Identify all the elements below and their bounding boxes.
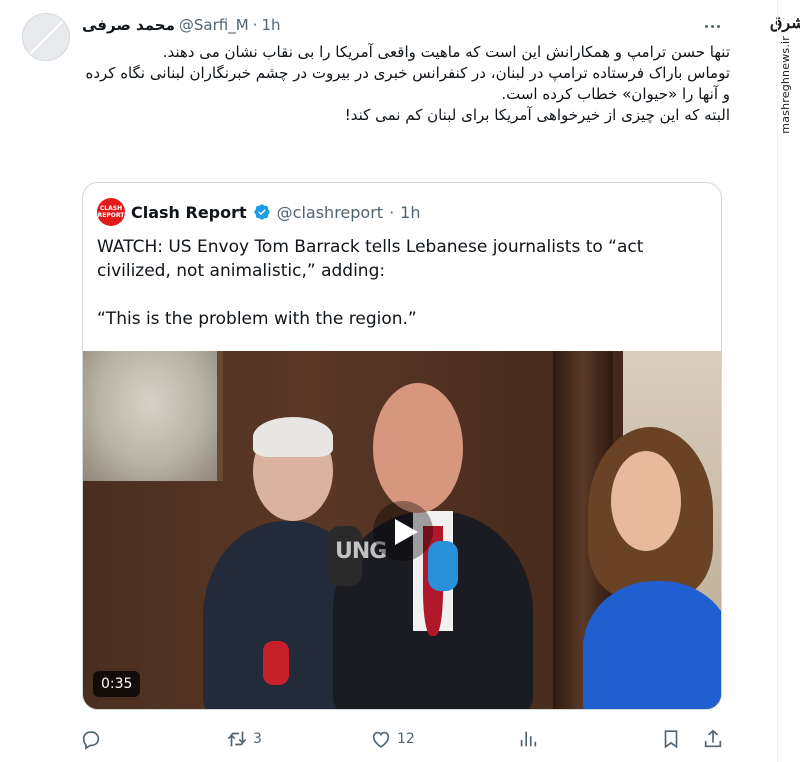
microphone bbox=[263, 641, 289, 685]
video-person bbox=[611, 451, 681, 551]
views-button[interactable] bbox=[517, 724, 539, 754]
quoted-display-name[interactable]: Clash Report bbox=[131, 203, 247, 222]
avatar[interactable] bbox=[22, 13, 70, 61]
quoted-tweet[interactable]: CLASH REPORT Clash Report @clashreport ·… bbox=[82, 182, 722, 710]
like-button[interactable]: 12 bbox=[370, 724, 415, 754]
share-button[interactable] bbox=[702, 724, 724, 754]
heart-icon bbox=[372, 731, 390, 748]
tweet-text: تنها حسن ترامپ و همکارانش این است که ماه… bbox=[82, 42, 730, 126]
tweet[interactable]: محمد صرفی @Sarfi_M · 1h تنها حسن ترامپ و… bbox=[0, 0, 748, 762]
action-bar: 3 12 bbox=[80, 724, 728, 754]
verified-badge-icon bbox=[253, 204, 270, 220]
tweet-text-line: البته که این چیزی از خیرخواهی آمریکا برا… bbox=[344, 106, 730, 124]
tweet-header: محمد صرفی @Sarfi_M · 1h bbox=[82, 14, 281, 36]
scrollbar[interactable] bbox=[777, 0, 778, 762]
site-logo: مشرق bbox=[770, 13, 800, 32]
tweet-text-line: تنها حسن ترامپ و همکارانش این است که ماه… bbox=[162, 43, 730, 61]
quoted-text: WATCH: US Envoy Tom Barrack tells Lebane… bbox=[97, 235, 709, 331]
video-person bbox=[373, 383, 463, 513]
video-duration: 0:35 bbox=[93, 671, 141, 697]
tweet-text-line: توماس باراک فرستاده ترامپ در لبنان، در ک… bbox=[85, 64, 730, 103]
retweet-icon bbox=[227, 731, 247, 747]
separator-dot: · bbox=[252, 16, 258, 34]
video-player[interactable]: UNG 0:35 bbox=[83, 351, 721, 709]
quoted-tweet-header: CLASH REPORT Clash Report @clashreport ·… bbox=[97, 198, 420, 226]
site-url: mashreghnews.ir bbox=[779, 36, 792, 134]
quoted-avatar[interactable]: CLASH REPORT bbox=[97, 198, 125, 226]
play-icon bbox=[395, 519, 418, 545]
quoted-text-line: “This is the problem with the region.” bbox=[97, 309, 417, 329]
watermark-strip: مشرق mashreghnews.ir bbox=[770, 0, 800, 762]
separator-dot: · bbox=[389, 202, 395, 222]
analytics-icon bbox=[520, 731, 537, 747]
bookmark-icon bbox=[664, 730, 678, 749]
reply-button[interactable] bbox=[80, 724, 107, 754]
bookmark-button[interactable] bbox=[660, 724, 682, 754]
timestamp[interactable]: 1h bbox=[261, 16, 280, 34]
display-name[interactable]: محمد صرفی bbox=[82, 16, 175, 34]
more-options-icon[interactable] bbox=[700, 14, 724, 38]
quoted-text-line: WATCH: US Envoy Tom Barrack tells Lebane… bbox=[97, 237, 644, 281]
play-button[interactable] bbox=[373, 501, 433, 561]
user-handle[interactable]: @Sarfi_M bbox=[179, 16, 249, 34]
retweet-count: 3 bbox=[253, 731, 262, 747]
retweet-button[interactable]: 3 bbox=[226, 724, 262, 754]
video-person bbox=[253, 417, 333, 457]
quoted-timestamp[interactable]: 1h bbox=[400, 203, 420, 222]
reply-icon bbox=[82, 731, 100, 750]
microphone bbox=[428, 541, 458, 591]
like-count: 12 bbox=[397, 731, 415, 747]
quoted-handle[interactable]: @clashreport bbox=[277, 203, 383, 222]
video-person bbox=[583, 581, 721, 709]
video-carving bbox=[83, 351, 223, 481]
share-icon bbox=[704, 729, 722, 748]
